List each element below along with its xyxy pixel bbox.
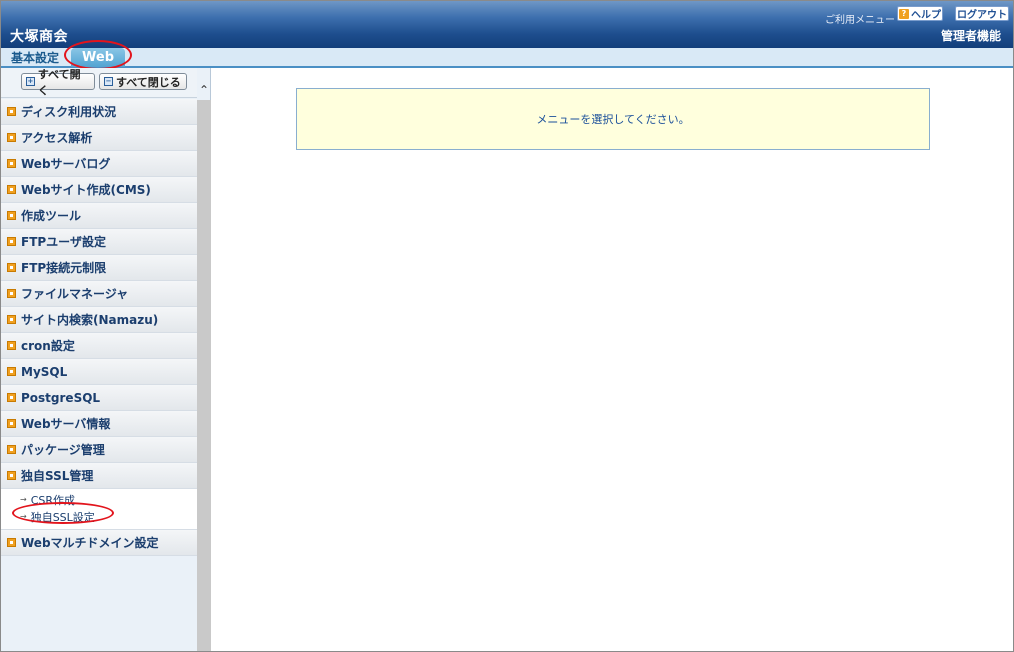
sidebar-item-label: サイト内検索(Namazu) [21, 313, 159, 327]
select-menu-notice: メニューを選択してください。 [296, 88, 930, 150]
ssl-submenu: → CSR作成 → 独自SSL設定 [1, 489, 197, 530]
sidebar-item-web-server-info[interactable]: Webサーバ情報 [1, 411, 197, 437]
sidebar-item-multi-domain[interactable]: Webマルチドメイン設定 [1, 530, 197, 556]
tab-bar: 基本設定 Web [1, 48, 1013, 68]
sidebar-controls: + すべて開く − すべて閉じる [1, 68, 197, 98]
expand-icon: + [26, 77, 35, 86]
sidebar-item-label: Webサイト作成(CMS) [21, 183, 151, 197]
sidebar-item-label: FTPユーザ設定 [21, 235, 106, 249]
sidebar-item-label: アクセス解析 [21, 131, 93, 145]
sub-item-csr-create[interactable]: → CSR作成 [1, 491, 197, 508]
sidebar-item-label: パッケージ管理 [21, 443, 105, 457]
collapse-all-label: すべて閉じる [116, 75, 181, 89]
app-window: 大塚商会 ご利用メニュー ? ヘルプ ログアウト 管理者機能 基本設定 Web … [0, 0, 1014, 652]
help-button[interactable]: ? ヘルプ [897, 6, 943, 21]
sidebar-item-label: cron設定 [21, 339, 75, 353]
sidebar-item-cms[interactable]: Webサイト作成(CMS) [1, 177, 197, 203]
sidebar-item-label: Webサーバログ [21, 157, 111, 171]
sub-item-ssl-settings[interactable]: → 独自SSL設定 [1, 508, 197, 525]
logout-button[interactable]: ログアウト [955, 6, 1009, 21]
sidebar-item-label: 作成ツール [21, 209, 82, 223]
sub-item-label: 独自SSL設定 [30, 510, 95, 524]
expand-square-icon [7, 538, 16, 547]
sidebar-item-disk-usage[interactable]: ディスク利用状況 [1, 99, 197, 125]
collapse-all-button[interactable]: − すべて閉じる [99, 73, 187, 90]
sidebar-item-site-search[interactable]: サイト内検索(Namazu) [1, 307, 197, 333]
sub-item-label: CSR作成 [30, 493, 76, 507]
expand-square-icon [7, 289, 16, 298]
sidebar-item-ftp-user[interactable]: FTPユーザ設定 [1, 229, 197, 255]
site-title: 大塚商会 [10, 29, 68, 45]
sidebar-item-file-manager[interactable]: ファイルマネージャ [1, 281, 197, 307]
sidebar-item-label: PostgreSQL [21, 390, 101, 405]
sidebar: + すべて開く − すべて閉じる ⌃ ディスク利用状況 アクセス解析 Webサー… [1, 68, 211, 651]
sidebar-item-mysql[interactable]: MySQL [1, 359, 197, 385]
tab-web[interactable]: Web [71, 48, 125, 67]
expand-square-icon [7, 341, 16, 350]
expand-square-icon [7, 445, 16, 454]
scrollbar-track[interactable] [197, 100, 211, 651]
sidebar-item-access-analysis[interactable]: アクセス解析 [1, 125, 197, 151]
expand-square-icon [7, 211, 16, 220]
expand-square-icon [7, 367, 16, 376]
expand-square-icon [7, 471, 16, 480]
sidebar-menu: ディスク利用状況 アクセス解析 Webサーバログ Webサイト作成(CMS) 作… [1, 99, 197, 556]
expand-all-button[interactable]: + すべて開く [21, 68, 95, 97]
sidebar-item-label: MySQL [21, 364, 68, 379]
sidebar-item-label: ファイルマネージャ [21, 287, 129, 301]
sidebar-item-ssl-management[interactable]: 独自SSL管理 [1, 463, 197, 489]
admin-label: 管理者機能 [941, 29, 1002, 43]
sidebar-item-cron[interactable]: cron設定 [1, 333, 197, 359]
header-bar: 大塚商会 ご利用メニュー ? ヘルプ ログアウト 管理者機能 [1, 1, 1013, 48]
help-icon: ? [899, 8, 909, 19]
sidebar-item-label: FTP接続元制限 [21, 261, 107, 275]
sidebar-item-label: Webマルチドメイン設定 [21, 536, 159, 550]
help-label: ヘルプ [911, 10, 941, 21]
user-menu-label: ご利用メニュー [825, 15, 895, 26]
arrow-right-icon: → [20, 512, 27, 521]
expand-square-icon [7, 263, 16, 272]
sidebar-item-creation-tools[interactable]: 作成ツール [1, 203, 197, 229]
scroll-up-icon[interactable]: ⌃ [197, 83, 211, 97]
sidebar-item-label: ディスク利用状況 [21, 105, 117, 119]
sidebar-item-package-management[interactable]: パッケージ管理 [1, 437, 197, 463]
tab-basic-settings[interactable]: 基本設定 [7, 50, 63, 66]
expand-square-icon [7, 107, 16, 116]
main-content: メニューを選択してください。 [212, 68, 1013, 651]
expand-square-icon [7, 237, 16, 246]
expand-square-icon [7, 315, 16, 324]
expand-square-icon [7, 393, 16, 402]
sidebar-item-ftp-restriction[interactable]: FTP接続元制限 [1, 255, 197, 281]
sidebar-item-label: 独自SSL管理 [21, 469, 94, 483]
expand-all-label: すべて開く [37, 67, 81, 97]
expand-square-icon [7, 185, 16, 194]
expand-square-icon [7, 159, 16, 168]
expand-square-icon [7, 133, 16, 142]
sidebar-item-postgresql[interactable]: PostgreSQL [1, 385, 197, 411]
sidebar-item-label: Webサーバ情報 [21, 417, 111, 431]
expand-square-icon [7, 419, 16, 428]
collapse-icon: − [104, 77, 113, 86]
sidebar-item-web-server-log[interactable]: Webサーバログ [1, 151, 197, 177]
arrow-right-icon: → [20, 495, 27, 504]
